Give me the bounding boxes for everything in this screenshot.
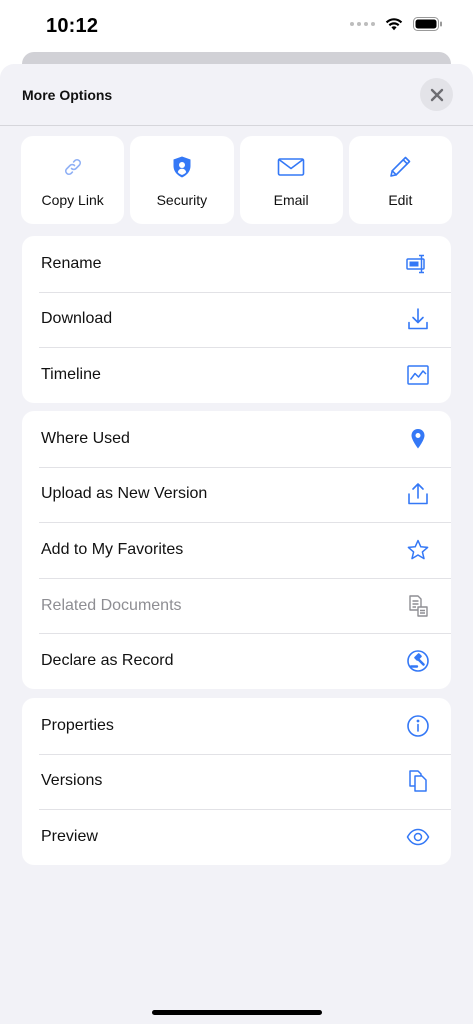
edit-label: Edit: [388, 192, 413, 208]
sheet-title: More Options: [22, 87, 113, 103]
shield-icon: [168, 155, 196, 179]
copy-link-label: Copy Link: [41, 192, 104, 208]
properties-label: Properties: [41, 716, 114, 734]
edit-button[interactable]: Edit: [348, 136, 452, 224]
email-button[interactable]: Email: [239, 136, 343, 224]
security-label: Security: [156, 192, 208, 208]
declare-as-record-option[interactable]: Declare as Record: [22, 633, 451, 689]
rename-option[interactable]: Rename: [22, 236, 451, 292]
related-documents-icon: [406, 594, 430, 618]
copy-link-button[interactable]: Copy Link: [21, 136, 125, 224]
star-icon: [406, 538, 430, 562]
status-indicators: [350, 17, 443, 31]
home-indicator: [151, 1010, 322, 1015]
timeline-option[interactable]: Timeline: [22, 347, 451, 403]
preview-label: Preview: [41, 827, 98, 845]
upload-new-version-option[interactable]: Upload as New Version: [22, 466, 451, 523]
close-icon: [430, 88, 443, 101]
status-time: 10:12: [46, 15, 99, 37]
related-documents-option[interactable]: Related Documents: [22, 577, 451, 634]
screen: 10:12 More Options Copy Link Security Em…: [0, 0, 473, 1024]
where-used-label: Where Used: [41, 429, 130, 447]
options-group-document: Where Used Upload as New Version Add to …: [22, 411, 451, 689]
envelope-icon: [277, 155, 305, 179]
versions-label: Versions: [41, 772, 103, 790]
related-documents-label: Related Documents: [41, 596, 182, 614]
download-label: Download: [41, 310, 113, 328]
rename-label: Rename: [41, 254, 102, 272]
versions-option[interactable]: Versions: [22, 753, 451, 810]
preview-option[interactable]: Preview: [22, 809, 451, 865]
eye-icon: [406, 825, 430, 849]
options-group-info: Properties Versions Preview: [22, 698, 451, 865]
quick-actions: Copy Link Security Email Edit: [21, 136, 452, 224]
versions-icon: [406, 769, 430, 793]
declare-as-record-label: Declare as Record: [41, 652, 174, 670]
add-to-favorites-label: Add to My Favorites: [41, 540, 184, 558]
gavel-icon: [406, 649, 430, 673]
sheet-header: More Options: [0, 64, 473, 126]
properties-option[interactable]: Properties: [22, 698, 451, 754]
timeline-icon: [406, 363, 430, 387]
options-group-file: Rename Download Timeline: [22, 236, 451, 403]
upload-icon: [406, 482, 430, 506]
rename-icon: [406, 252, 430, 276]
status-bar: 10:12: [0, 0, 473, 52]
upload-new-version-label: Upload as New Version: [41, 485, 208, 503]
close-button[interactable]: [420, 78, 453, 111]
location-pin-icon: [406, 427, 430, 451]
cellular-signal-icon: [350, 22, 375, 26]
download-option[interactable]: Download: [22, 291, 451, 348]
add-to-favorites-option[interactable]: Add to My Favorites: [22, 522, 451, 578]
link-icon: [59, 155, 87, 179]
timeline-label: Timeline: [41, 365, 101, 383]
pencil-icon: [386, 155, 414, 179]
email-label: Email: [273, 192, 309, 208]
wifi-icon: [385, 18, 403, 31]
download-icon: [406, 307, 430, 331]
more-options-sheet: More Options Copy Link Security Email Ed…: [0, 64, 473, 1024]
security-button[interactable]: Security: [130, 136, 234, 224]
battery-icon: [413, 17, 442, 31]
where-used-option[interactable]: Where Used: [22, 411, 451, 467]
info-icon: [406, 714, 430, 738]
